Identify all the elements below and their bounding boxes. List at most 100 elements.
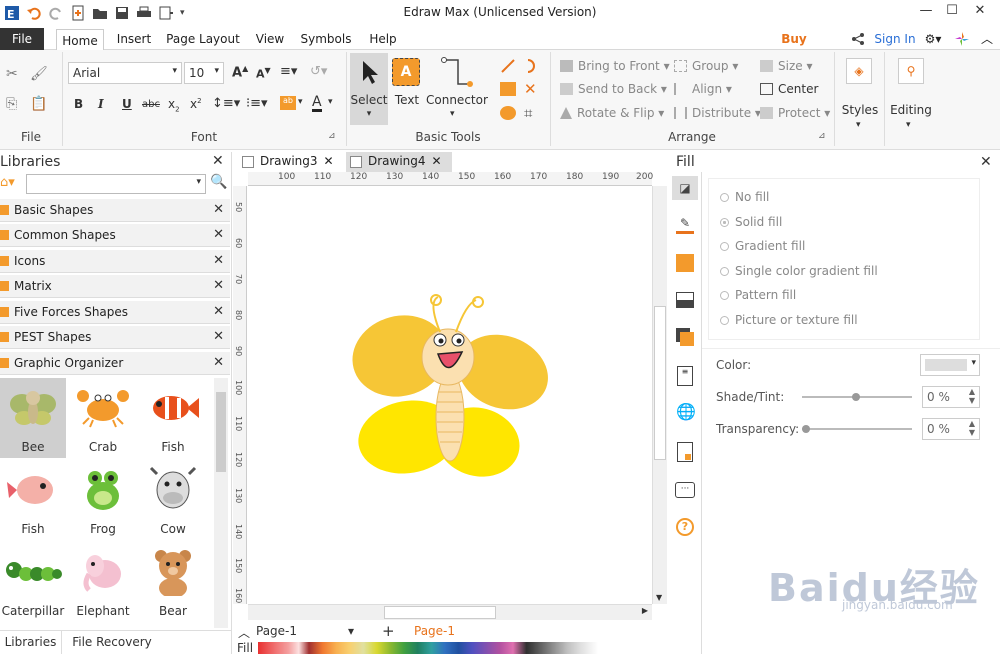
subscript-icon[interactable]: x2	[168, 97, 180, 113]
line-pen-icon[interactable]: ✎	[676, 216, 694, 234]
library-category[interactable]: Basic Shapes ✕	[0, 199, 230, 222]
horizontal-scrollbar[interactable]: ▶	[248, 604, 652, 620]
close-category-icon[interactable]: ✕	[213, 326, 224, 348]
transparency-slider-track[interactable]	[802, 425, 912, 433]
close-tab-icon[interactable]: ✕	[324, 154, 334, 168]
tab-insert[interactable]: Insert	[112, 28, 156, 50]
paragraph-align-icon[interactable]: ≡▾	[280, 64, 297, 79]
strikethrough-icon[interactable]: abc	[142, 99, 160, 110]
page-properties-icon[interactable]: ≡	[677, 366, 693, 386]
shape-fish[interactable]: Fish	[0, 460, 66, 540]
font-dialog-launcher-icon[interactable]: ⊿	[328, 131, 336, 141]
grow-font-icon[interactable]: A▲	[232, 64, 248, 80]
paste-icon[interactable]: 📋	[30, 96, 47, 112]
shape-frog[interactable]: Frog	[70, 460, 136, 540]
library-category[interactable]: Icons ✕	[0, 250, 230, 273]
font-color-icon[interactable]: A	[312, 95, 322, 112]
library-category[interactable]: PEST Shapes ✕	[0, 326, 230, 349]
shape-crab[interactable]: Crab	[70, 378, 136, 458]
superscript-icon[interactable]: x2	[190, 97, 202, 111]
vertical-scrollbar[interactable]: ▼	[652, 186, 667, 604]
tab-libraries[interactable]: Libraries	[0, 631, 62, 654]
page-nav-icon[interactable]: ︿	[238, 624, 250, 641]
crop-tool-icon[interactable]: ⌗	[524, 104, 532, 122]
shrink-font-icon[interactable]: A▼	[256, 66, 271, 81]
highlight-dropdown-icon[interactable]: ▾	[298, 97, 303, 107]
share-icon[interactable]	[850, 28, 866, 50]
select-tool-button[interactable]: Select ▾	[350, 53, 388, 125]
connector-dropdown-icon[interactable]: ▾	[450, 109, 455, 119]
radio-gradient-fill[interactable]: Gradient fill	[720, 239, 805, 253]
cut-icon[interactable]: ✂	[6, 66, 18, 82]
editing-search-icon[interactable]: ⚲	[898, 58, 924, 84]
shape-caterpillar[interactable]: Caterpillar	[0, 542, 66, 622]
shade-tint-spinner[interactable]: 0 % ▲ ▼	[922, 386, 980, 408]
library-category[interactable]: Graphic Organizer ✕	[0, 352, 230, 375]
apps-icon[interactable]	[952, 28, 972, 50]
bring-to-front-button[interactable]: Bring to Front ▾	[560, 59, 670, 73]
color-picker[interactable]: ▾	[920, 354, 980, 376]
close-category-icon[interactable]: ✕	[213, 250, 224, 272]
shape-bee[interactable]: Bee	[0, 378, 66, 458]
radio-no-fill[interactable]: No fill	[720, 190, 769, 204]
page-tab-active[interactable]: Page-1	[414, 624, 455, 638]
text-direction-icon[interactable]: ↺▾	[310, 64, 327, 79]
styles-icon[interactable]: ◈	[846, 58, 872, 84]
size-button[interactable]: Size ▾	[760, 59, 812, 73]
styles-dropdown-icon[interactable]: ▾	[856, 120, 861, 130]
maximize-button[interactable]: ☐	[938, 3, 966, 23]
close-libraries-icon[interactable]: ✕	[212, 153, 224, 169]
doc-tab-drawing4[interactable]: Drawing4 ✕	[346, 152, 452, 172]
line-tool-icon[interactable]	[500, 58, 516, 74]
close-category-icon[interactable]: ✕	[213, 224, 224, 246]
protect-button[interactable]: Protect ▾	[760, 106, 830, 120]
collapse-ribbon-icon[interactable]: ︿	[978, 28, 996, 50]
close-tab-icon[interactable]: ✕	[432, 154, 442, 168]
italic-icon[interactable]: I	[98, 97, 104, 111]
tab-symbols[interactable]: Symbols	[298, 28, 354, 50]
align-button[interactable]: Align ▾	[674, 82, 732, 96]
font-family-select[interactable]: Arial ▾	[68, 62, 182, 84]
font-color-dropdown-icon[interactable]: ▾	[328, 97, 333, 107]
rotate-flip-button[interactable]: Rotate & Flip ▾	[560, 106, 664, 120]
group-button[interactable]: Group ▾	[674, 59, 738, 73]
radio-pattern-fill[interactable]: Pattern fill	[720, 288, 796, 302]
editing-dropdown-icon[interactable]: ▾	[906, 120, 911, 130]
radio-single-color-gradient[interactable]: Single color gradient fill	[720, 264, 878, 278]
sign-in-link[interactable]: Sign In	[872, 28, 918, 50]
close-window-button[interactable]: ✕	[966, 3, 994, 23]
help-icon[interactable]: ?	[676, 518, 694, 536]
tab-file-recovery[interactable]: File Recovery	[70, 631, 154, 654]
library-category[interactable]: Common Shapes ✕	[0, 224, 230, 247]
text-tool-icon[interactable]: A	[392, 58, 420, 86]
rectangle-tool-icon[interactable]	[500, 82, 516, 96]
editing-button[interactable]: Editing	[886, 103, 936, 117]
line-spacing-icon[interactable]: ↕≡▾	[212, 96, 240, 111]
center-button[interactable]: Center	[760, 82, 818, 96]
connector-tool-label[interactable]: Connector	[426, 93, 488, 107]
tab-help[interactable]: Help	[364, 28, 402, 50]
tab-view[interactable]: View	[252, 28, 288, 50]
globe-icon[interactable]: 🌐	[676, 402, 696, 421]
close-category-icon[interactable]: ✕	[213, 301, 224, 323]
shape-bear[interactable]: Bear	[140, 542, 206, 622]
shade-slider-track[interactable]	[802, 393, 912, 401]
format-painter-icon[interactable]: 🖌	[30, 66, 48, 82]
fill-bucket-icon[interactable]: ◪	[672, 176, 698, 200]
butterfly-shape[interactable]	[348, 292, 558, 492]
layers-icon[interactable]	[676, 328, 694, 346]
shape-fish[interactable]: Fish	[140, 378, 206, 458]
buy-now-link[interactable]: Buy Now	[766, 28, 822, 68]
connector-tool-icon[interactable]	[440, 56, 474, 90]
color-palette[interactable]	[258, 642, 598, 654]
transparency-spinner[interactable]: 0 % ▲ ▼	[922, 418, 980, 440]
shape-cow[interactable]: Cow	[140, 460, 206, 540]
arc-tool-icon[interactable]	[524, 58, 540, 74]
distribute-button[interactable]: Distribute ▾	[674, 106, 761, 120]
doc-tab-drawing3[interactable]: Drawing3 ✕	[238, 152, 338, 172]
image-icon[interactable]	[676, 292, 694, 308]
drawing-page[interactable]	[248, 187, 652, 604]
settings-gear-icon[interactable]: ⚙▾	[922, 28, 944, 50]
bold-icon[interactable]: B	[74, 97, 83, 111]
tab-home[interactable]: Home	[56, 29, 104, 51]
